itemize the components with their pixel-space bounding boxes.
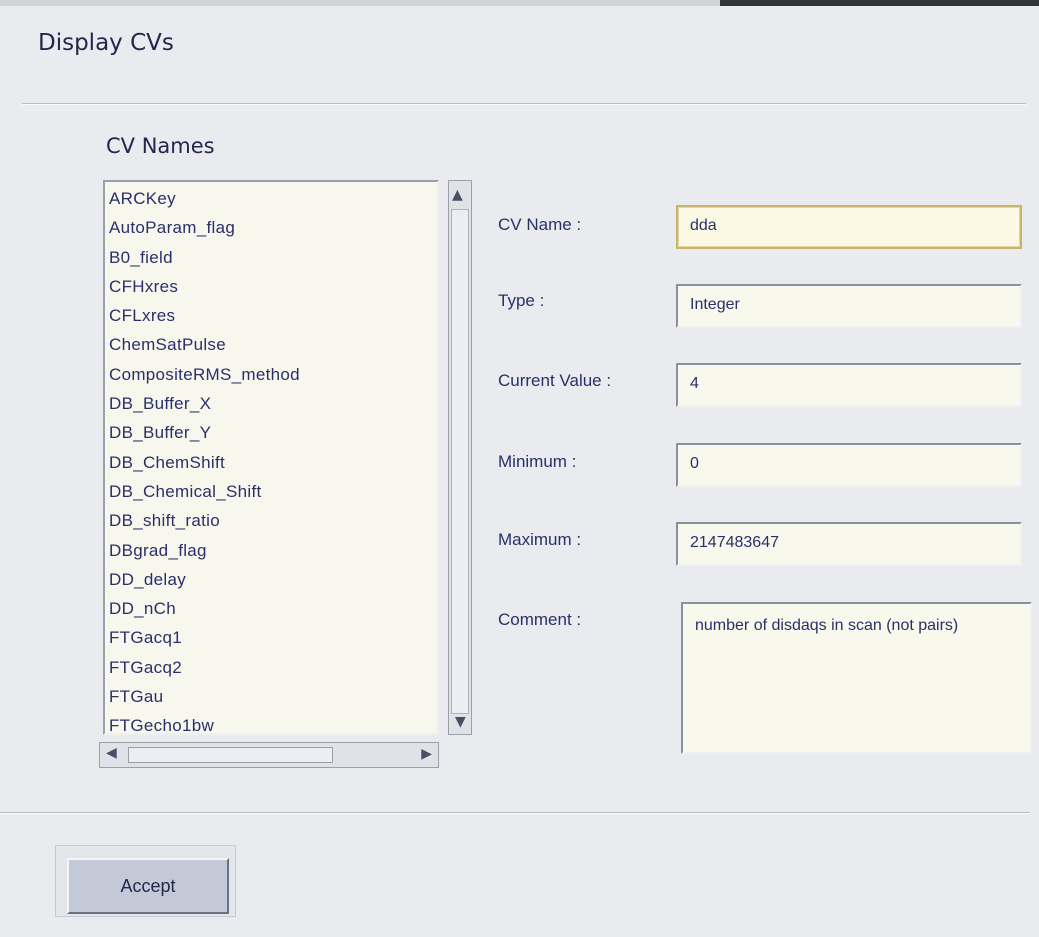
list-item[interactable]: DB_Buffer_Y	[109, 418, 437, 447]
list-item[interactable]: DB_Chemical_Shift	[109, 477, 437, 506]
type-label: Type :	[498, 291, 545, 310]
minimum-label: Minimum :	[498, 452, 577, 471]
maximum-field[interactable]: 2147483647	[676, 522, 1022, 566]
footer-separator	[0, 812, 1030, 814]
top-edge	[0, 0, 1039, 6]
list-item[interactable]: B0_field	[109, 243, 437, 272]
minimum-field[interactable]: 0	[676, 443, 1022, 487]
top-edge-dark	[720, 0, 1039, 6]
maximum-label: Maximum :	[498, 530, 582, 549]
type-field[interactable]: Integer	[676, 284, 1022, 328]
list-item[interactable]: CompositeRMS_method	[109, 360, 437, 389]
comment-field[interactable]: number of disdaqs in scan (not pairs)	[681, 602, 1032, 754]
dialog-title: Display CVs	[38, 30, 174, 56]
current-value-label: Current Value :	[498, 371, 612, 390]
current-value-field[interactable]: 4	[676, 363, 1022, 407]
horizontal-scroll-thumb[interactable]	[128, 747, 333, 763]
title-separator	[22, 103, 1026, 105]
list-item[interactable]: FTGecho1bw	[109, 711, 437, 733]
comment-label: Comment :	[498, 610, 582, 629]
arrow-down-icon[interactable]: ▼	[455, 714, 466, 730]
list-item[interactable]: FTGacq1	[109, 623, 437, 652]
cv-name-field[interactable]: dda	[676, 205, 1022, 249]
list-vertical-scrollbar[interactable]: ▲ ▼	[448, 180, 472, 735]
vertical-scroll-thumb[interactable]	[451, 209, 469, 714]
list-item[interactable]: DB_ChemShift	[109, 448, 437, 477]
list-item[interactable]: FTGau	[109, 682, 437, 711]
arrow-right-icon[interactable]: ▶	[421, 746, 432, 762]
cv-names-list[interactable]: ARCKey AutoParam_flag B0_field CFHxres C…	[103, 180, 439, 735]
list-item[interactable]: DD_delay	[109, 565, 437, 594]
list-item[interactable]: ChemSatPulse	[109, 330, 437, 359]
list-horizontal-scrollbar[interactable]: ◀ ▶	[99, 742, 439, 768]
list-item[interactable]: DD_nCh	[109, 594, 437, 623]
list-item[interactable]: FTGacq2	[109, 653, 437, 682]
list-item[interactable]: CFLxres	[109, 301, 437, 330]
list-item[interactable]: DBgrad_flag	[109, 536, 437, 565]
cv-name-label: CV Name :	[498, 215, 582, 234]
list-item[interactable]: CFHxres	[109, 272, 437, 301]
arrow-left-icon[interactable]: ◀	[106, 745, 117, 761]
list-item[interactable]: ARCKey	[109, 184, 437, 213]
list-item[interactable]: DB_Buffer_X	[109, 389, 437, 418]
cv-names-label: CV Names	[106, 134, 215, 158]
arrow-up-icon[interactable]: ▲	[452, 187, 463, 203]
list-item[interactable]: AutoParam_flag	[109, 213, 437, 242]
list-item[interactable]: DB_shift_ratio	[109, 506, 437, 535]
accept-button[interactable]: Accept	[67, 858, 229, 914]
